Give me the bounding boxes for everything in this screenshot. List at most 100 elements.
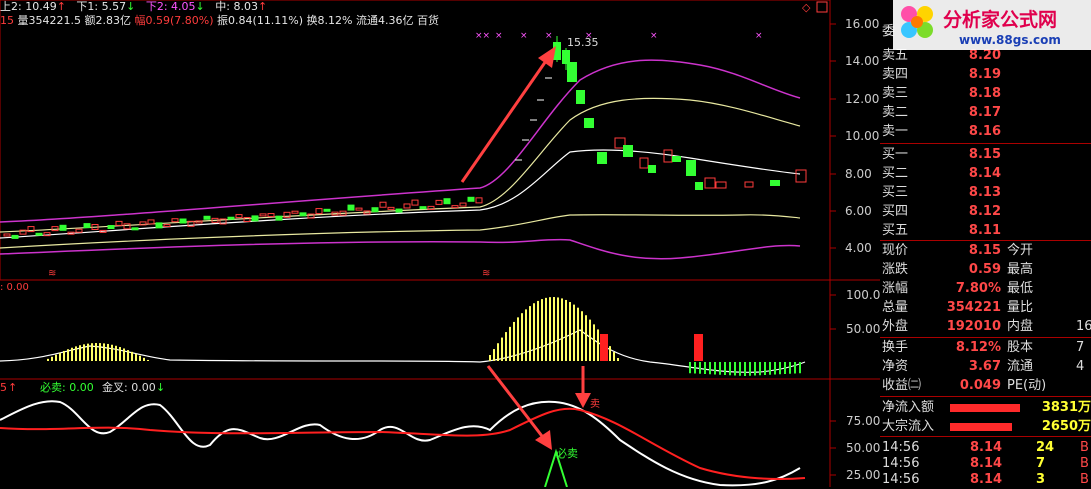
lower-mid-line [0,214,801,249]
quote-row[interactable]: 卖一 8.16 [880,122,1091,141]
bottom-axis-tick: 50.00 [846,441,880,455]
quote-row[interactable]: 涨幅 7.80% 最低 [880,279,1091,298]
candle [451,205,459,209]
row-value: 8.15 [968,147,1001,162]
row-label: 收益㈡ [882,378,922,393]
price-tick: 10.00 [845,129,879,143]
row-value: 8.19 [968,67,1001,82]
row-label: 净资 [882,359,909,374]
row-label-2: PE(动) [1007,378,1047,393]
candle [475,197,483,204]
red-oscillator-line [0,407,806,480]
fund-flow-row[interactable]: 净流入额 3831万 [880,398,1091,417]
signal-markers: ×× × × × × × × [475,31,763,41]
row-label: 买四 [882,204,909,219]
row-value: 8.17 [968,105,1001,120]
red-signal-bar [600,334,608,361]
candle [419,206,427,210]
candle [347,204,355,211]
row-value: 8.12 [968,204,1001,219]
quote-row[interactable]: 买二 8.14 [880,164,1091,183]
svg-text:×: × [545,31,553,41]
row-label-2: 股本 [1007,340,1034,355]
kline-chart-area[interactable]: 16.00 14.00 12.00 10.00 8.00 6.00 4.00 ×… [0,0,880,487]
annotation-arrow-up [460,46,556,183]
quote-row[interactable]: 现价 8.15 今开 [880,241,1091,260]
row-value: 8.15 [968,243,1001,258]
candle [371,207,379,213]
change-value: 幅0.59(7.80%) [134,14,214,27]
candle [163,224,171,228]
fund-flow-row[interactable]: 大宗流入 2650万 [880,417,1091,436]
turnover-value: 换8.12% [306,14,353,27]
bottom-axis-tick: 25.00 [846,468,880,482]
candle [115,220,123,226]
candle [315,208,323,215]
candle [267,213,275,218]
logo-title: 分析家公式网 [943,8,1057,31]
row-value: 0.59 [968,262,1001,277]
candle [203,215,211,220]
quote-row[interactable]: 买一 8.15 [880,145,1091,164]
mid-panel-label: : 0.00 [0,282,29,293]
candle [443,198,451,205]
quote-row[interactable]: 买五 8.11 [880,221,1091,240]
upper-band-line [0,59,801,223]
svg-text:≋: ≋ [48,268,56,279]
quote-row[interactable]: 卖二 8.17 [880,103,1091,122]
sell-indicator-label: 必卖: 0.00 [40,381,94,394]
candle [251,215,259,222]
upper2-value: 上2: 10.49 [0,0,57,13]
white-oscillator-line [0,400,801,487]
price-tick: 12.00 [845,92,879,106]
row-value: 8.13 [968,185,1001,200]
quote-row[interactable]: 买四 8.12 [880,202,1091,221]
row-label-2: 流通 [1007,359,1034,374]
row-value-2: 7 [1076,340,1085,355]
row-value: 8.18 [968,86,1001,101]
svg-text:↓: ↓ [156,381,165,394]
quote-row[interactable]: 收益㈡ 0.049 PE(动) [880,376,1091,395]
row-label: 卖四 [882,67,909,82]
quote-panel: 委 卖五 8.20 卖四 8.19 卖三 8.18 卖二 8.17 卖一 8.16 买一 8.15 买… [880,0,1091,487]
candle [155,222,163,229]
quote-row[interactable]: 买三 8.13 [880,183,1091,202]
svg-text:×: × [520,31,528,41]
quote-row[interactable]: 涨跌 0.59 最高 [880,260,1091,279]
candle [427,205,435,210]
quote-row[interactable]: 外盘 192010 内盘 16 [880,317,1091,336]
row-label: 外盘 [882,319,909,334]
site-logo: 分析家公式网 www.88gs.com [893,0,1091,50]
candle [459,202,467,207]
rally-candles [515,36,807,190]
tick-row[interactable]: 14:56 8.14 3 B [880,470,1091,489]
candle [387,206,395,210]
quote-row[interactable]: 卖四 8.19 [880,65,1091,84]
tick-volume: 3 [1036,472,1046,487]
red-signal-bar [694,334,703,361]
quote-row[interactable]: 换手 8.12% 股本 7 [880,338,1091,357]
sector-value: 百货 [417,14,440,27]
row-value: 354221 [946,300,1001,315]
candle [179,218,187,224]
svg-text:≋: ≋ [482,268,490,279]
row-value: 8.14 [968,166,1001,181]
quote-row[interactable]: 卖三 8.18 [880,84,1091,103]
quote-row[interactable]: 净资 3.67 流通 4 [880,357,1091,376]
flow-label: 净流入额 [882,400,935,415]
row-label-2: 内盘 [1007,319,1034,334]
candle [395,208,403,213]
row-label: 买一 [882,147,909,162]
candle [411,199,419,206]
price-axis: 16.00 14.00 12.00 10.00 8.00 6.00 4.00 [845,17,879,255]
row-value: 192010 [946,319,1001,334]
price-tick: 16.00 [845,17,879,31]
quote-header: 15 量354221.5 额2.83亿 幅0.59(7.80%) 振0.84(1… [0,14,830,28]
row-label: 卖一 [882,124,909,139]
candle [139,221,147,226]
bottom-axis-tick: 75.00 [846,414,880,428]
candle [275,215,283,221]
row-label-2: 最高 [1007,262,1034,277]
quote-row[interactable]: 总量 354221 量比 [880,298,1091,317]
row-label: 涨跌 [882,262,909,277]
